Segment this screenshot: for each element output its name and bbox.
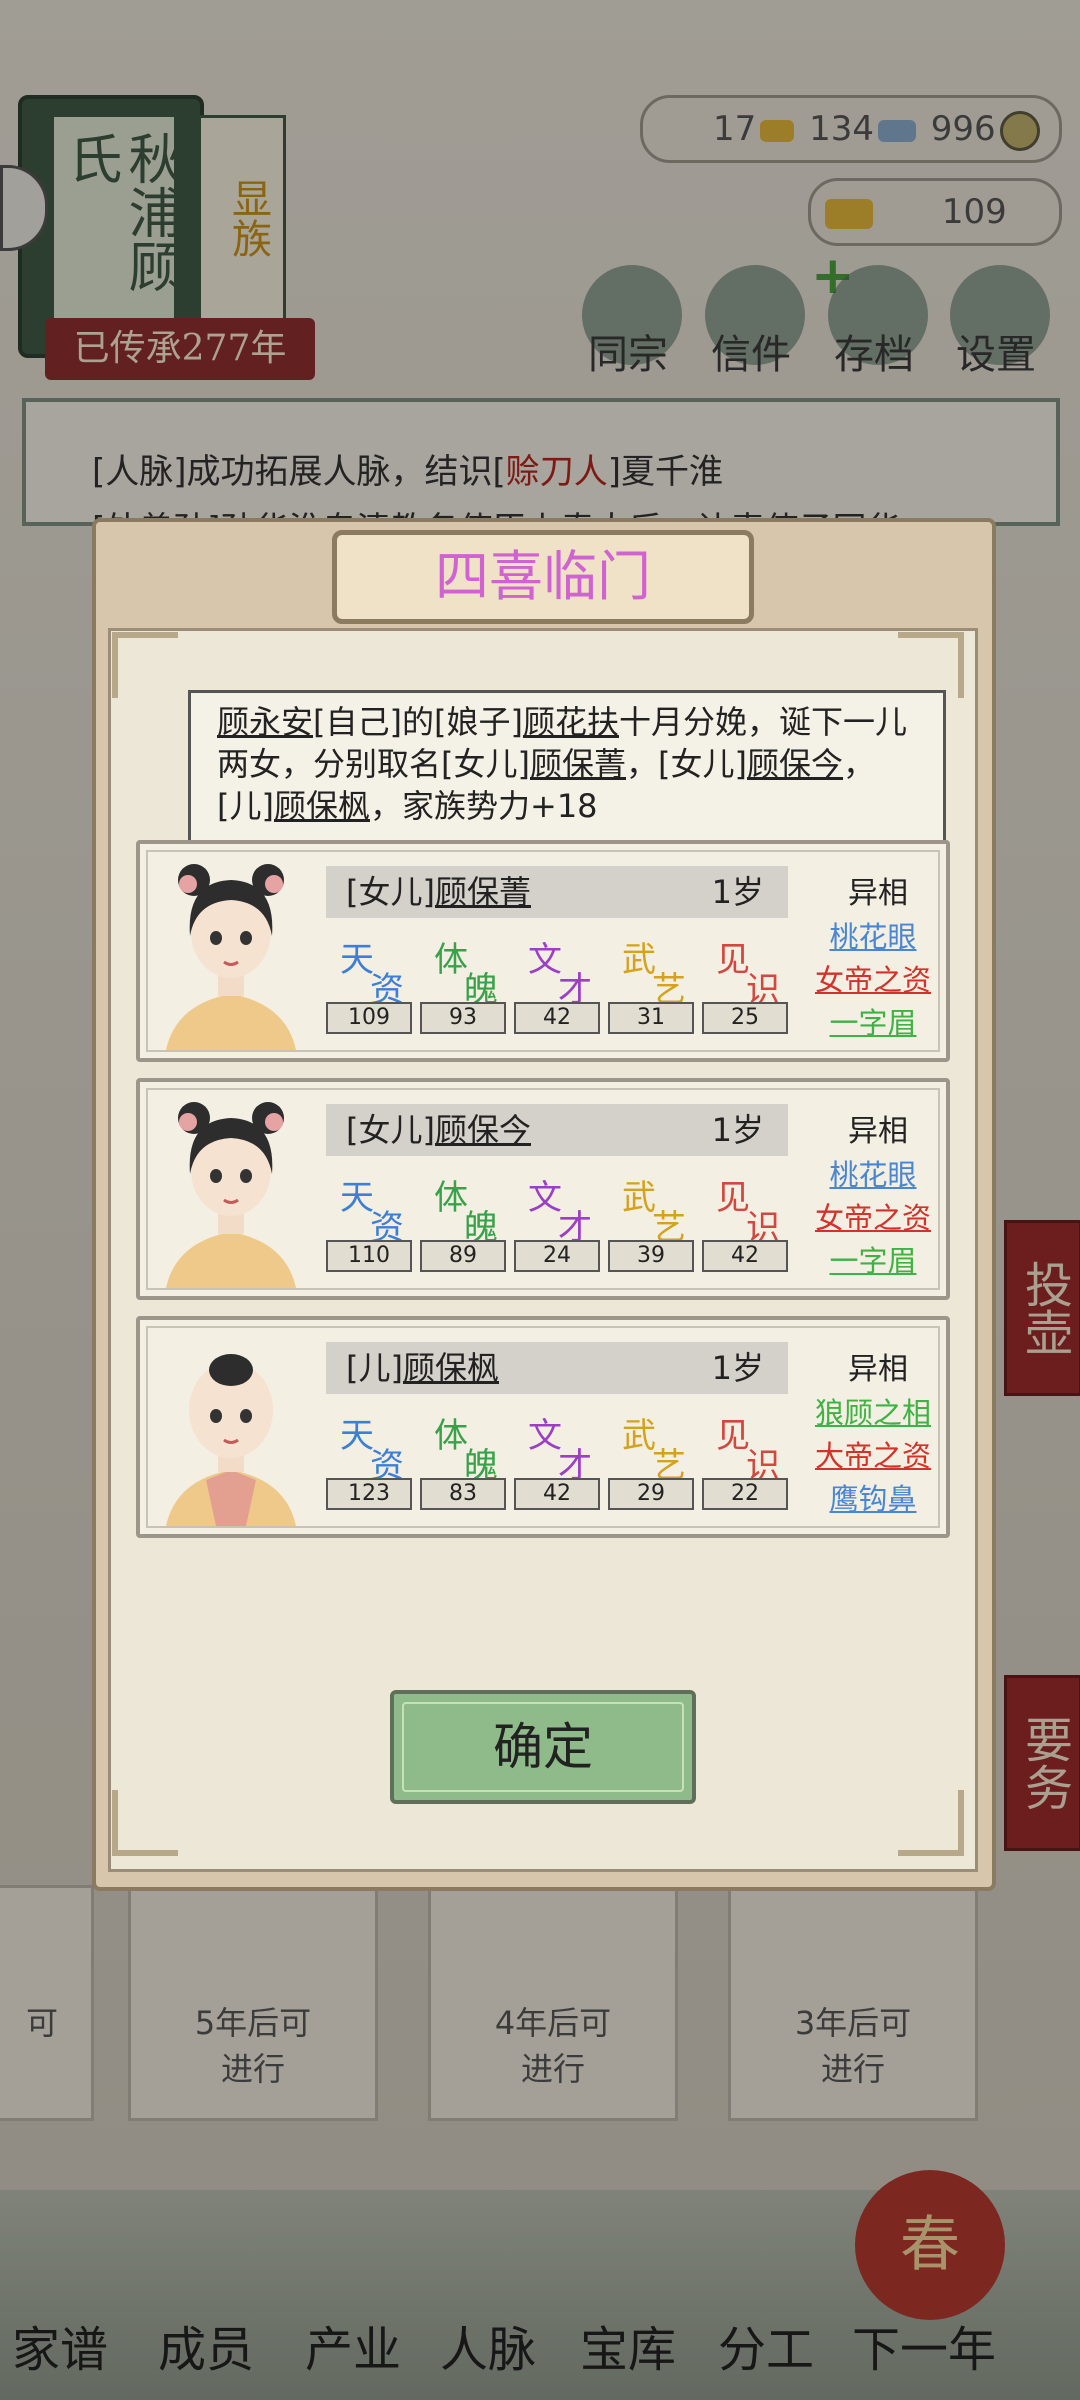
trait-link[interactable]: 一字眉 (808, 1000, 938, 1042)
corner-ornament (112, 1790, 178, 1856)
stat-talent-value: 109 (326, 1002, 412, 1034)
trait-link[interactable]: 桃花眼 (808, 1152, 938, 1194)
stat-literary-value: 42 (514, 1002, 600, 1034)
birth-message: 顾永安[自己]的[娘子]顾花扶十月分娩，诞下一儿两女，分别取名[女儿]顾保菁，[… (188, 690, 946, 844)
child-portrait-boy (166, 1354, 296, 1526)
stat-label-literary: 文才 (528, 1178, 592, 1248)
child-name: 顾保今 (434, 1111, 531, 1149)
trait-link[interactable]: 女帝之资 (808, 1195, 938, 1237)
confirm-button[interactable]: 确定 (390, 1690, 696, 1804)
child-name-bar: [女儿]顾保菁 1岁 (326, 866, 788, 918)
stat-label-literary: 文才 (528, 1416, 592, 1486)
trait-link[interactable]: 大帝之资 (808, 1433, 938, 1475)
trait-header: 异相 (848, 1114, 908, 1149)
stat-insight-value: 22 (702, 1478, 788, 1510)
corner-ornament (898, 1790, 964, 1856)
stat-label-talent: 天资 (340, 1178, 404, 1248)
child-age: 1岁 (711, 1111, 764, 1149)
child-age: 1岁 (711, 873, 764, 911)
trait-link[interactable]: 狼顾之相 (808, 1390, 938, 1432)
stat-talent-value: 110 (326, 1240, 412, 1272)
stat-label-talent: 天资 (340, 1416, 404, 1486)
child-card[interactable]: [女儿]顾保菁 1岁 天资 体魄 文才 武艺 见识 109 93 42 31 2… (136, 840, 950, 1062)
trait-link[interactable]: 桃花眼 (808, 914, 938, 956)
stat-label-physique: 体魄 (434, 1416, 498, 1486)
stat-physique-value: 93 (420, 1002, 506, 1034)
stat-label-martial: 武艺 (622, 1178, 686, 1248)
stat-insight-value: 25 (702, 1002, 788, 1034)
stat-label-martial: 武艺 (622, 940, 686, 1010)
child-name-bar: [儿]顾保枫 1岁 (326, 1342, 788, 1394)
child-name: 顾保菁 (434, 873, 531, 911)
corner-ornament (898, 632, 964, 698)
stat-label-martial: 武艺 (622, 1416, 686, 1486)
child-portrait-girl (166, 864, 296, 1050)
stat-label-insight: 见识 (716, 1416, 780, 1486)
trait-link[interactable]: 鹰钩鼻 (808, 1476, 938, 1518)
stat-label-physique: 体魄 (434, 940, 498, 1010)
stat-martial-value: 39 (608, 1240, 694, 1272)
child-portrait-girl (166, 1102, 296, 1288)
stat-physique-value: 83 (420, 1478, 506, 1510)
stat-martial-value: 31 (608, 1002, 694, 1034)
stat-talent-value: 123 (326, 1478, 412, 1510)
trait-link[interactable]: 女帝之资 (808, 957, 938, 999)
dialog-title: 四喜临门 (332, 530, 754, 624)
stat-insight-value: 42 (702, 1240, 788, 1272)
child-age: 1岁 (711, 1349, 764, 1387)
stat-literary-value: 24 (514, 1240, 600, 1272)
trait-header: 异相 (848, 1352, 908, 1387)
stat-martial-value: 29 (608, 1478, 694, 1510)
child-name: 顾保枫 (402, 1349, 499, 1387)
stat-label-physique: 体魄 (434, 1178, 498, 1248)
stat-label-insight: 见识 (716, 940, 780, 1010)
corner-ornament (112, 632, 178, 698)
stat-label-literary: 文才 (528, 940, 592, 1010)
trait-header: 异相 (848, 876, 908, 911)
stat-physique-value: 89 (420, 1240, 506, 1272)
stat-label-talent: 天资 (340, 940, 404, 1010)
trait-link[interactable]: 一字眉 (808, 1238, 938, 1280)
stat-label-insight: 见识 (716, 1178, 780, 1248)
child-name-bar: [女儿]顾保今 1岁 (326, 1104, 788, 1156)
child-card[interactable]: [女儿]顾保今 1岁 天资 体魄 文才 武艺 见识 110 89 24 39 4… (136, 1078, 950, 1300)
stat-literary-value: 42 (514, 1478, 600, 1510)
child-card[interactable]: [儿]顾保枫 1岁 天资 体魄 文才 武艺 见识 123 83 42 29 22… (136, 1316, 950, 1538)
